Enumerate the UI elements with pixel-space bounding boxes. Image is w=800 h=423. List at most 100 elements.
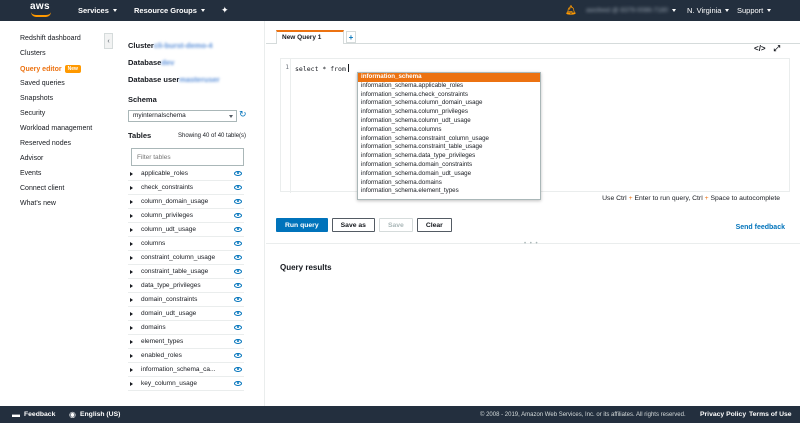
run-query-button[interactable]: Run query — [276, 218, 328, 232]
table-row[interactable]: domain_constraints — [128, 293, 244, 307]
autocomplete-item[interactable]: information_schema.column_privileges — [358, 108, 540, 117]
table-row[interactable]: check_constraints — [128, 181, 244, 195]
table-row[interactable]: column_privileges — [128, 209, 244, 223]
resource-groups-menu[interactable]: Resource Groups — [134, 0, 205, 21]
expand-icon[interactable] — [130, 269, 133, 274]
collapse-sidebar-button[interactable]: ‹ — [104, 33, 113, 49]
autocomplete-item[interactable]: information_schema — [358, 73, 540, 82]
tab-new-query-1[interactable]: New Query 1 — [276, 30, 344, 44]
autocomplete-item[interactable]: information_schema.column_domain_usage — [358, 99, 540, 108]
table-row[interactable]: enabled_roles — [128, 349, 244, 363]
sidebar-item-reserved-nodes[interactable]: Reserved nodes — [20, 140, 71, 147]
autocomplete-item[interactable]: information_schema.constraint_table_usag… — [358, 143, 540, 152]
sidebar-item-clusters[interactable]: Clusters — [20, 50, 46, 57]
privacy-policy-link[interactable]: Privacy Policy — [700, 406, 746, 423]
expand-icon[interactable] — [130, 311, 133, 316]
expand-icon[interactable] — [130, 283, 133, 288]
terms-of-use-link[interactable]: Terms of Use — [749, 406, 792, 423]
expand-icon[interactable] — [130, 325, 133, 330]
autocomplete-item[interactable]: information_schema.columns — [358, 126, 540, 135]
table-row[interactable]: applicable_roles — [128, 167, 244, 181]
autocomplete-item[interactable]: information_schema.data_type_privileges — [358, 152, 540, 161]
table-row[interactable]: key_column_usage — [128, 377, 244, 391]
sidebar-item-whats-new[interactable]: What's new — [20, 200, 56, 207]
feedback-button[interactable]: ▬ Feedback — [12, 406, 55, 423]
pin-icon[interactable]: ✦ — [221, 0, 229, 21]
refresh-icon[interactable]: ↻ — [239, 109, 247, 120]
autocomplete-item[interactable]: information_schema.domain_udt_usage — [358, 170, 540, 179]
clear-button[interactable]: Clear — [416, 218, 452, 232]
save-as-button[interactable]: Save as — [331, 218, 375, 232]
sidebar-item-redshift-dashboard[interactable]: Redshift dashboard — [20, 35, 81, 42]
filter-tables-input[interactable] — [131, 148, 244, 166]
table-row[interactable]: constraint_column_usage — [128, 251, 244, 265]
table-row[interactable]: domains — [128, 321, 244, 335]
preview-eye-icon[interactable] — [234, 171, 242, 176]
table-row[interactable]: columns — [128, 237, 244, 251]
autocomplete-item[interactable]: information_schema.column_udt_usage — [358, 117, 540, 126]
preview-eye-icon[interactable] — [234, 297, 242, 302]
expand-icon[interactable] — [130, 367, 133, 372]
preview-eye-icon[interactable] — [234, 213, 242, 218]
preview-eye-icon[interactable] — [234, 311, 242, 316]
table-row[interactable]: constraint_table_usage — [128, 265, 244, 279]
sidebar-item-security[interactable]: Security — [20, 110, 45, 117]
preview-eye-icon[interactable] — [234, 325, 242, 330]
autocomplete-item[interactable]: information_schema.check_constraints — [358, 91, 540, 100]
sidebar-item-advisor[interactable]: Advisor — [20, 155, 43, 162]
autocomplete-item[interactable]: information_schema.element_types — [358, 187, 540, 196]
save-button[interactable]: Save — [378, 218, 413, 232]
sidebar-item-workload-management[interactable]: Workload management — [20, 125, 92, 132]
aws-logo[interactable]: aws — [30, 2, 54, 19]
preview-eye-icon[interactable] — [234, 367, 242, 372]
expand-icon[interactable] — [130, 213, 133, 218]
sidebar-item-snapshots[interactable]: Snapshots — [20, 95, 53, 102]
autocomplete-item[interactable]: information_schema.domains — [358, 179, 540, 188]
autocomplete-item[interactable]: information_schema.applicable_roles — [358, 82, 540, 91]
preview-eye-icon[interactable] — [234, 269, 242, 274]
expand-icon[interactable] — [130, 255, 133, 260]
region-menu[interactable]: N. Virginia — [687, 0, 730, 21]
table-row[interactable]: column_udt_usage — [128, 223, 244, 237]
autocomplete-item[interactable]: information_schema.constraint_column_usa… — [358, 135, 540, 144]
autocomplete-item[interactable]: information_schema.domain_constraints — [358, 161, 540, 170]
expand-icon[interactable] — [130, 297, 133, 302]
preview-eye-icon[interactable] — [234, 241, 242, 246]
expand-icon[interactable] — [130, 171, 133, 176]
expand-icon[interactable] — [130, 339, 133, 344]
services-menu[interactable]: Services — [78, 0, 117, 21]
sidebar-item-events[interactable]: Events — [20, 170, 41, 177]
add-tab-button[interactable]: + — [346, 31, 356, 43]
preview-eye-icon[interactable] — [234, 255, 242, 260]
code-format-icon[interactable]: </> — [754, 44, 766, 54]
send-feedback-link[interactable]: Send feedback — [736, 224, 785, 231]
table-row[interactable]: domain_udt_usage — [128, 307, 244, 321]
account-menu[interactable]: awsfeed @ 8379-0086-7180 — [586, 0, 677, 21]
expand-icon[interactable] — [130, 241, 133, 246]
table-row[interactable]: column_domain_usage — [128, 195, 244, 209]
table-row[interactable]: information_schema_ca... — [128, 363, 244, 377]
sidebar-item-connect-client[interactable]: Connect client — [20, 185, 64, 192]
sidebar-item-saved-queries[interactable]: Saved queries — [20, 80, 65, 87]
preview-eye-icon[interactable] — [234, 185, 242, 190]
language-selector[interactable]: ◉ English (US) — [69, 406, 120, 423]
expand-icon[interactable] — [130, 227, 133, 232]
preview-eye-icon[interactable] — [234, 227, 242, 232]
expand-icon[interactable] — [130, 381, 133, 386]
preview-eye-icon[interactable] — [234, 339, 242, 344]
drag-handle-icon[interactable]: • • • — [524, 241, 539, 247]
preview-eye-icon[interactable] — [234, 283, 242, 288]
preview-eye-icon[interactable] — [234, 381, 242, 386]
preview-eye-icon[interactable] — [234, 199, 242, 204]
table-row[interactable]: element_types — [128, 335, 244, 349]
expand-icon[interactable] — [130, 353, 133, 358]
preview-eye-icon[interactable] — [234, 353, 242, 358]
expand-icon[interactable]: ⤢ — [774, 44, 780, 54]
expand-icon[interactable] — [130, 199, 133, 204]
bell-icon[interactable]: 🔔︎ — [565, 0, 576, 21]
schema-select[interactable]: myinternalschema — [128, 110, 237, 122]
support-menu[interactable]: Support — [737, 0, 772, 21]
table-row[interactable]: data_type_privileges — [128, 279, 244, 293]
expand-icon[interactable] — [130, 185, 133, 190]
code-line[interactable]: select * from — [295, 64, 349, 73]
